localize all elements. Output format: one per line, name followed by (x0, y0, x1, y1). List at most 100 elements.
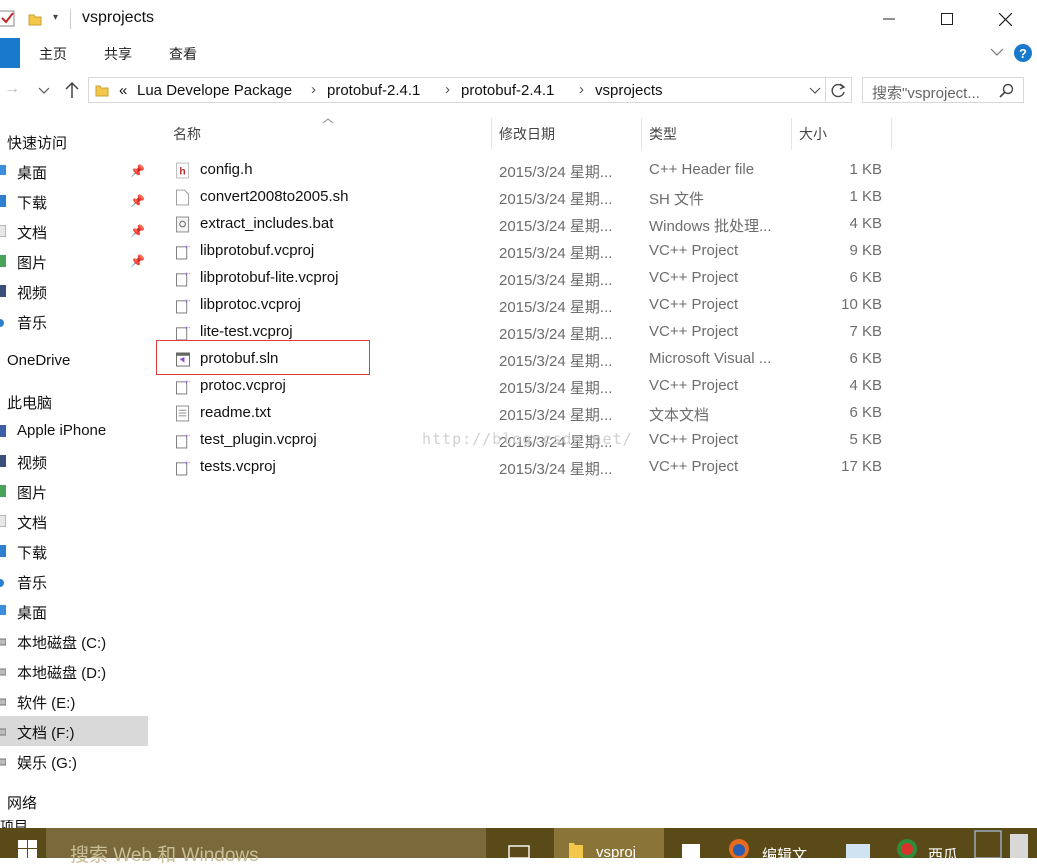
breadcrumb-item[interactable]: vsprojects (595, 82, 663, 99)
drive-icon (0, 758, 6, 766)
address-dropdown-icon[interactable] (809, 87, 821, 95)
sidebar-item-pictures[interactable]: 图片 (0, 476, 148, 506)
column-header-date[interactable]: 修改日期 (499, 124, 555, 144)
show-desktop-icon[interactable] (1008, 832, 1030, 858)
breadcrumb-item[interactable]: Lua Develope Package (137, 82, 292, 99)
properties-checkbox-icon[interactable] (0, 10, 16, 27)
file-row[interactable]: convert2008to2005.sh 2015/3/24 星期... SH 文件… (172, 184, 892, 211)
taskbar-search-text: 搜索 Web 和 Windows (70, 845, 259, 866)
file-date: 2015/3/24 星期... (499, 245, 613, 262)
sidebar-item-this-pc[interactable]: › 此电脑 (0, 386, 148, 416)
file-date: 2015/3/24 星期... (499, 353, 613, 370)
quick-access-dropdown-icon[interactable]: ▾ (53, 12, 58, 23)
file-row[interactable]: ++ protoc.vcproj 2015/3/24 星期... VC++ Proje… (172, 373, 892, 400)
svg-text:++: ++ (184, 379, 190, 386)
taskbar-search-box[interactable]: 搜索 Web 和 Windows (46, 828, 486, 866)
breadcrumb-overflow[interactable]: « (119, 82, 127, 99)
sidebar-item-videos[interactable]: 视频 (0, 446, 148, 476)
task-view-icon[interactable] (508, 844, 530, 858)
sidebar-item-videos[interactable]: 视频 (0, 276, 148, 306)
minimize-button[interactable] (866, 0, 912, 38)
drive-icon (0, 728, 6, 736)
up-arrow-icon[interactable] (64, 81, 80, 99)
search-icon[interactable] (999, 83, 1014, 98)
file-row[interactable]: ++ libprotobuf-lite.vcproj 2015/3/24 星期...… (172, 265, 892, 292)
sidebar-item-drive-e[interactable]: 软件 (E:) (0, 686, 148, 716)
pin-icon[interactable]: 📌 (130, 224, 145, 238)
file-row[interactable]: extract_includes.bat 2015/3/24 星期... Windo… (172, 211, 892, 238)
sidebar-item-downloads[interactable]: 下载 📌 (0, 186, 148, 216)
file-row[interactable]: ++ libprotoc.vcproj 2015/3/24 星期... VC++ Pr… (172, 292, 892, 319)
breadcrumb-separator-icon[interactable]: › (311, 81, 316, 98)
column-header-type[interactable]: 类型 (649, 124, 677, 144)
recent-locations-icon[interactable] (38, 87, 50, 95)
videos-folder-icon (0, 285, 6, 297)
sidebar-item-desktop[interactable]: 桌面 (0, 596, 148, 626)
pin-icon[interactable]: 📌 (130, 254, 145, 268)
pin-icon[interactable]: 📌 (130, 164, 145, 178)
sidebar-item-music[interactable]: 音乐 (0, 306, 148, 336)
expand-ribbon-icon[interactable] (990, 47, 1004, 57)
file-row[interactable]: h config.h 2015/3/24 星期... C++ Header file 1… (172, 157, 892, 184)
file-row[interactable]: ++ tests.vcproj 2015/3/24 星期... VC++ Projec… (172, 454, 892, 481)
tab-view[interactable]: 查看 (169, 44, 197, 64)
txt-file-icon (176, 405, 190, 422)
notification-area-icon[interactable] (974, 830, 1002, 858)
sidebar-item-label: 快速访问 (7, 135, 68, 152)
address-bar[interactable]: « Lua Develope Package › protobuf-2.4.1 … (88, 77, 826, 103)
column-divider[interactable] (791, 118, 792, 150)
help-icon[interactable]: ? (1014, 44, 1032, 62)
file-row[interactable]: ++ libprotobuf.vcproj 2015/3/24 星期... VC++ … (172, 238, 892, 265)
file-type: SH 文件 (649, 191, 705, 208)
sidebar-item-drive-c[interactable]: 本地磁盘 (C:) (0, 626, 148, 656)
column-divider[interactable] (891, 118, 892, 150)
column-divider[interactable] (641, 118, 642, 150)
taskbar-app-xigua[interactable]: 西瓜 (890, 828, 970, 864)
sidebar-item-documents[interactable]: 文档 (0, 506, 148, 536)
sidebar-item-apple-iphone[interactable]: Apple iPhone (0, 416, 148, 446)
file-size: 4 KB (849, 377, 882, 394)
h-file-icon: h (176, 162, 190, 179)
breadcrumb-separator-icon[interactable]: › (579, 81, 584, 98)
sidebar-item-quick-access[interactable]: › 快速访问 (0, 126, 148, 156)
file-name: lite-test.vcproj (200, 323, 293, 340)
search-input[interactable]: 搜索"vsproject... (862, 77, 1024, 103)
breadcrumb-item[interactable]: protobuf-2.4.1 (327, 82, 420, 99)
file-type: 文本文档 (649, 407, 710, 424)
file-tab[interactable] (0, 38, 20, 68)
breadcrumb-separator-icon[interactable]: › (445, 81, 450, 98)
start-button[interactable] (0, 828, 46, 858)
new-folder-icon[interactable] (28, 12, 42, 26)
sidebar-item-drive-f[interactable]: 文档 (F:) (0, 716, 148, 746)
file-date: 2015/3/24 星期... (499, 272, 613, 289)
column-header-name[interactable]: 名称 (173, 124, 201, 144)
photos-icon[interactable] (844, 842, 872, 858)
close-button[interactable] (982, 0, 1028, 38)
svg-text:++: ++ (184, 325, 190, 332)
taskbar-app-firefox[interactable]: 编辑文 (722, 828, 822, 864)
sidebar-item-downloads[interactable]: 下载 (0, 536, 148, 566)
sidebar-item-network[interactable]: › 网络 (0, 786, 148, 816)
tab-home[interactable]: 主页 (39, 44, 67, 64)
breadcrumb-item[interactable]: protobuf-2.4.1 (461, 82, 554, 99)
store-icon[interactable] (680, 840, 702, 858)
sidebar-item-onedrive[interactable]: › OneDrive (0, 346, 148, 376)
refresh-button[interactable] (826, 77, 852, 103)
sidebar-item-documents[interactable]: 文档 📌 (0, 216, 148, 246)
xigua-icon (897, 839, 917, 858)
taskbar-app-explorer[interactable]: vsproj (554, 828, 664, 861)
pin-icon[interactable]: 📌 (130, 194, 145, 208)
column-divider[interactable] (491, 118, 492, 150)
forward-icon[interactable]: → (4, 80, 20, 98)
taskbar-app-label: 编辑文 (762, 847, 808, 864)
sidebar-item-drive-g[interactable]: 娱乐 (G:) (0, 746, 148, 776)
sidebar-item-pictures[interactable]: 图片 📌 (0, 246, 148, 276)
sidebar-item-desktop[interactable]: 桌面 📌 (0, 156, 148, 186)
file-size: 10 KB (841, 296, 882, 313)
maximize-button[interactable] (924, 0, 970, 38)
column-header-size[interactable]: 大小 (799, 124, 827, 144)
file-row[interactable]: readme.txt 2015/3/24 星期... 文本文档 6 KB (172, 400, 892, 427)
sidebar-item-music[interactable]: 音乐 (0, 566, 148, 596)
tab-share[interactable]: 共享 (104, 44, 132, 64)
sidebar-item-drive-d[interactable]: 本地磁盘 (D:) (0, 656, 148, 686)
